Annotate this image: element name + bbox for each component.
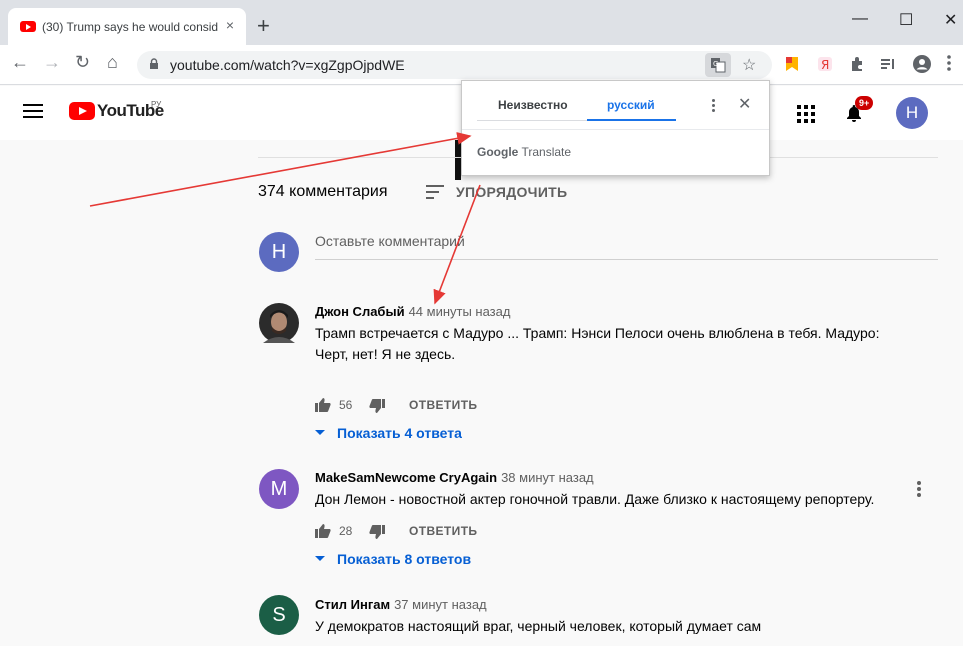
arrow-to-comment (433, 184, 481, 305)
annotation-arrows (89, 132, 481, 305)
arrow-to-popup (89, 132, 472, 207)
